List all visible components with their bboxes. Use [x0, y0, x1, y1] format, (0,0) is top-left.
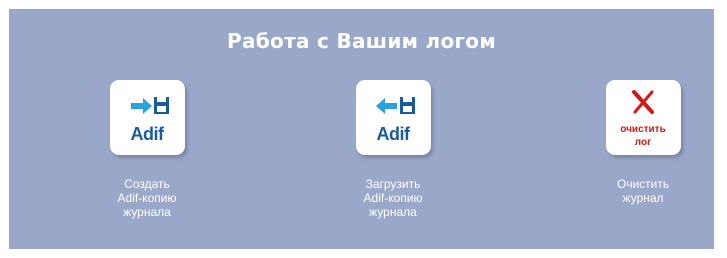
create-adif-copy-button[interactable]: Adif Создать Adif-копию журнала — [77, 80, 217, 219]
clear-log-button[interactable]: очистить лог Очистить журнал — [573, 80, 713, 205]
import-adif-icon[interactable]: Adif — [355, 80, 431, 155]
log-actions-panel: Работа с Вашим логом Adif Создать Adif-к… — [9, 9, 714, 249]
load-adif-copy-label: Загрузить Adif-копию журнала — [363, 177, 423, 219]
adif-icon-text: Adif — [130, 124, 165, 144]
load-adif-copy-button[interactable]: Adif Загрузить Adif-копию журнала — [323, 80, 463, 219]
export-adif-icon[interactable]: Adif — [109, 80, 185, 155]
clear-log-icon[interactable]: очистить лог — [605, 80, 681, 155]
create-adif-copy-label: Создать Adif-копию журнала — [117, 177, 177, 219]
clear-log-label: Очистить журнал — [616, 177, 670, 205]
clear-log-icon-text: очистить лог — [620, 124, 666, 148]
panel-title: Работа с Вашим логом — [227, 29, 496, 53]
adif-icon-text: Adif — [376, 124, 411, 144]
